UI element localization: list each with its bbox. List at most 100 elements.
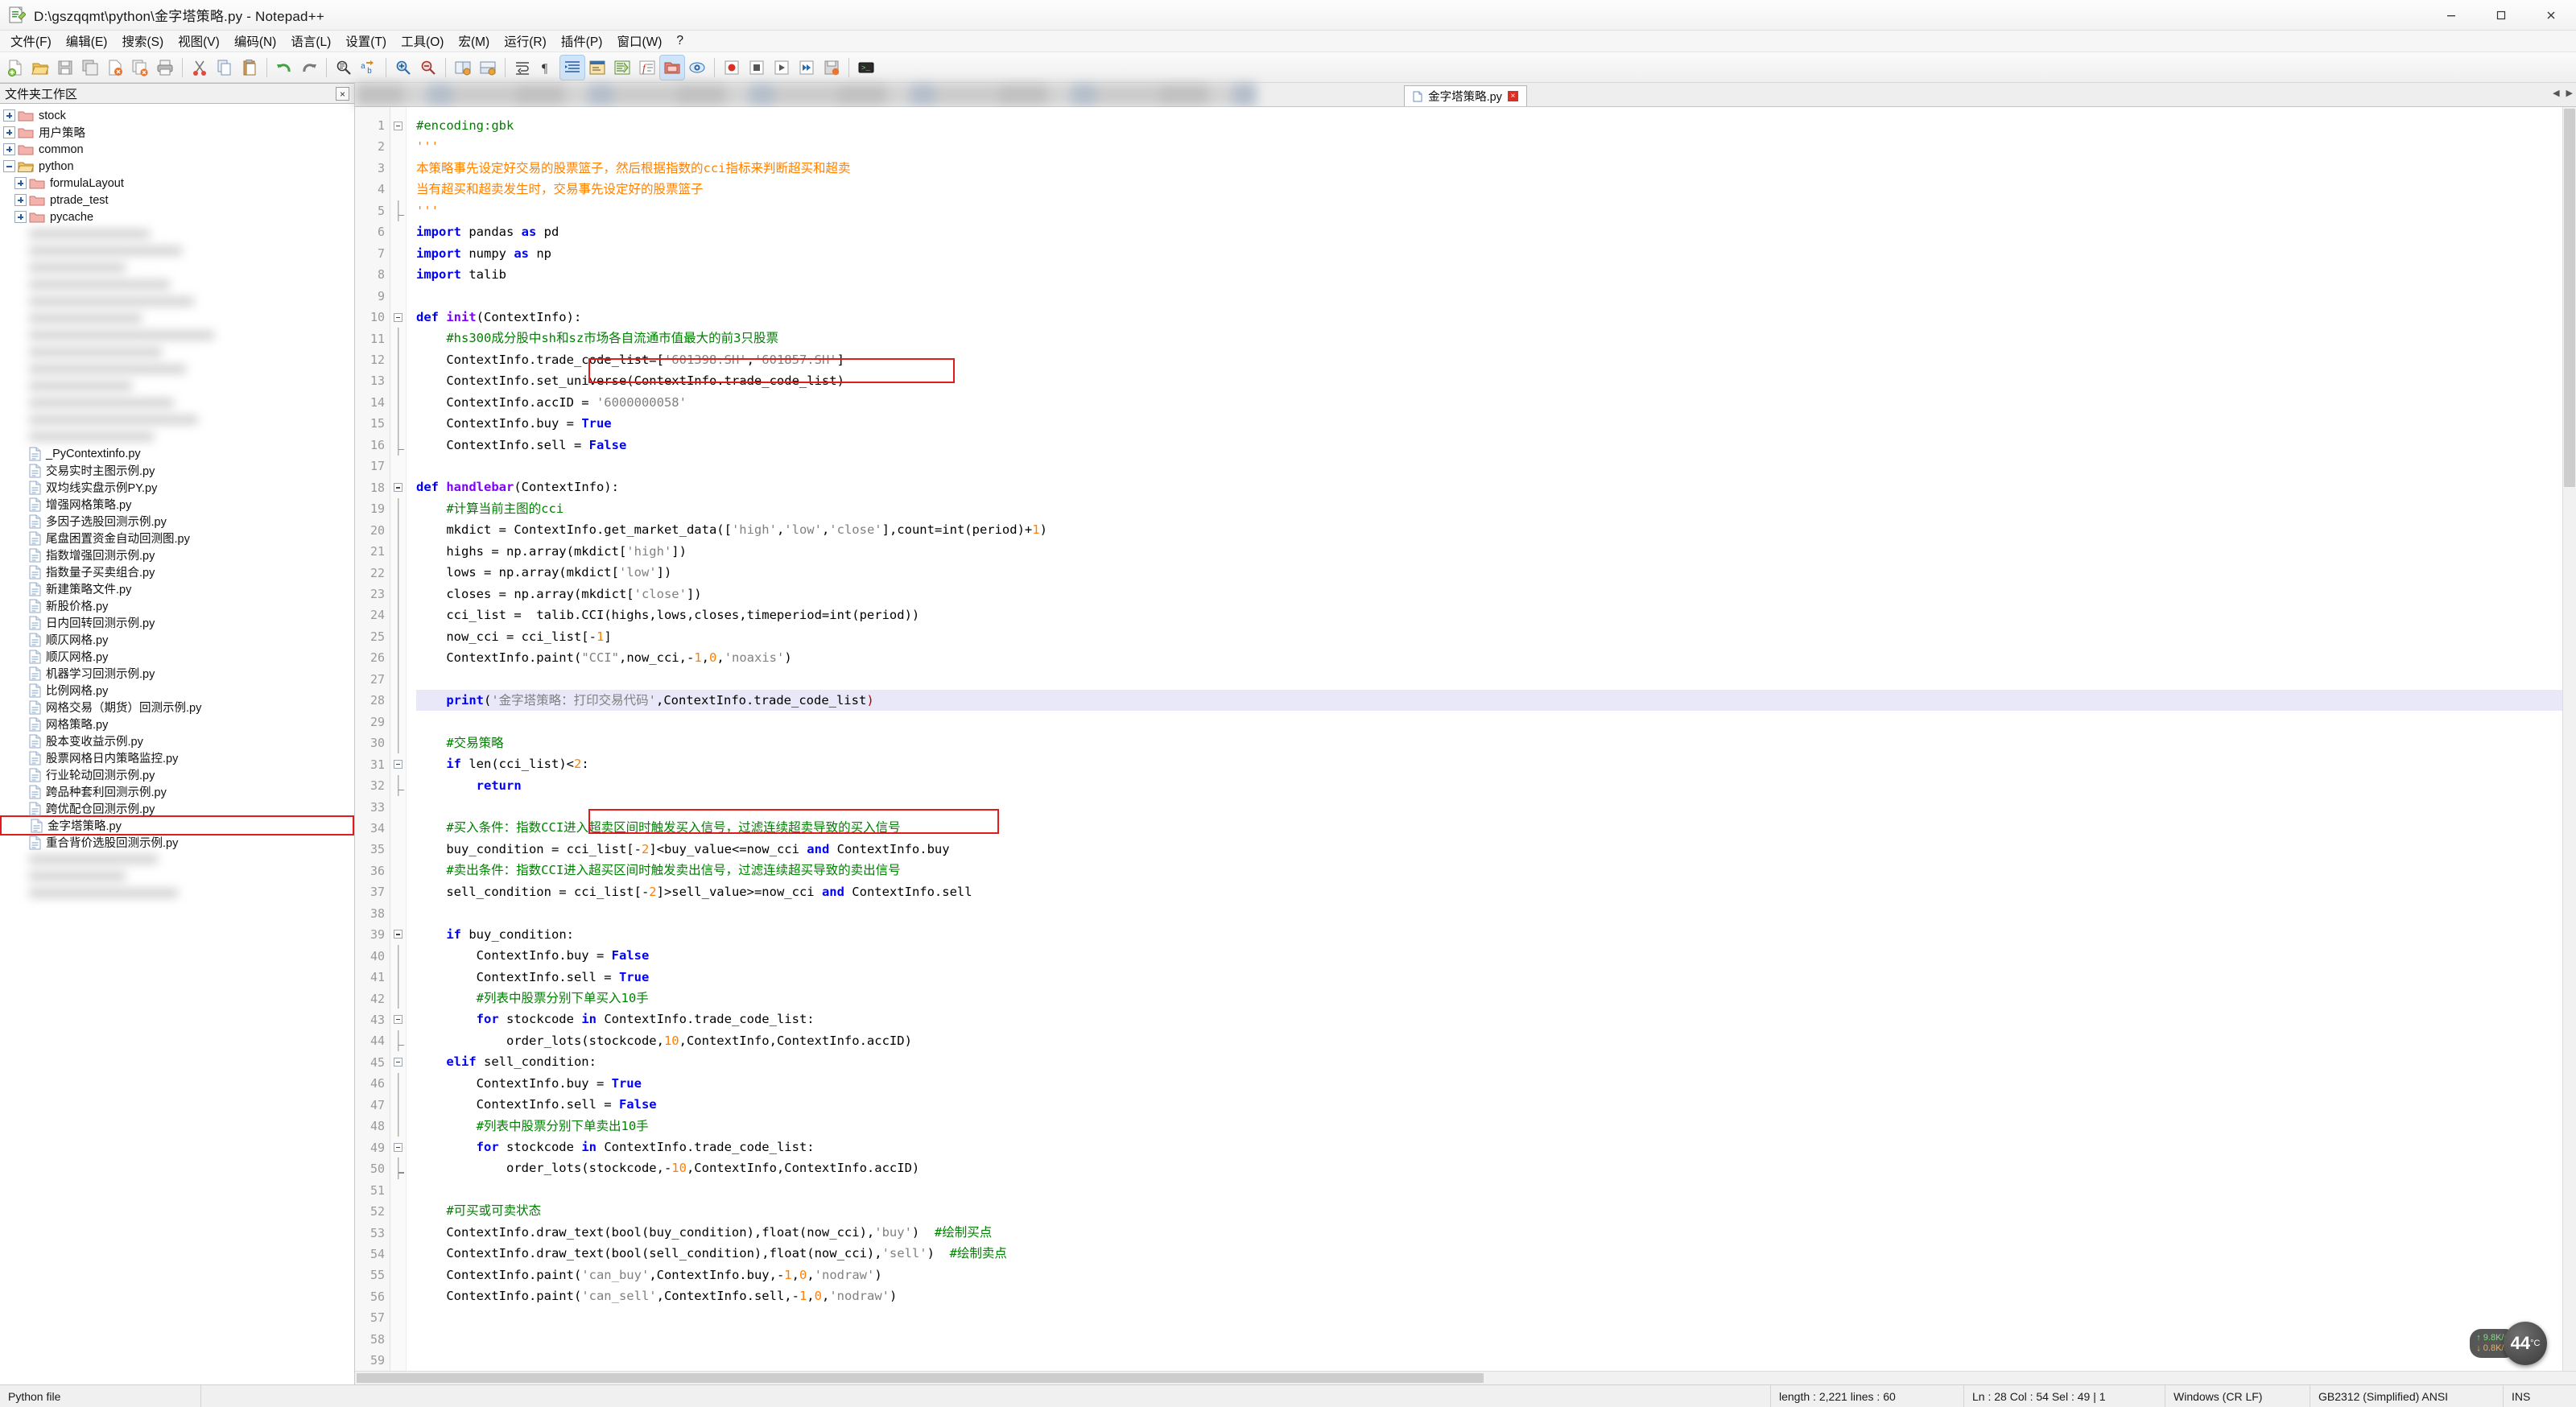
code-line[interactable]: elif sell_condition: (416, 1051, 2576, 1072)
code-line[interactable]: ContextInfo.buy = True (416, 413, 2576, 434)
fold-toggle-icon[interactable] (394, 1058, 402, 1067)
code-line[interactable]: for stockcode in ContextInfo.trade_code_… (416, 1009, 2576, 1029)
code-line[interactable]: def handlebar(ContextInfo): (416, 477, 2576, 497)
code-line[interactable]: ContextInfo.paint('can_buy',ContextInfo.… (416, 1265, 2576, 1285)
menu-file[interactable]: 文件(F) (3, 30, 59, 52)
close-file-icon[interactable] (103, 56, 127, 80)
replace-icon[interactable]: ab (357, 56, 381, 80)
code-line[interactable]: #交易策略 (416, 732, 2576, 753)
expand-toggle-icon[interactable] (14, 177, 27, 189)
zoom-in-icon[interactable] (391, 56, 415, 80)
code-line[interactable]: #hs300成分股中sh和sz市场各自流通市值最大的前3只股票 (416, 328, 2576, 349)
code-line[interactable]: ContextInfo.trade_code_list=['601398.SH'… (416, 349, 2576, 370)
print-icon[interactable] (153, 56, 177, 80)
code-line[interactable]: order_lots(stockcode,10,ContextInfo,Cont… (416, 1030, 2576, 1051)
undo-icon[interactable] (272, 56, 296, 80)
fold-marker[interactable] (390, 753, 406, 774)
tree-folder-formulalayout[interactable]: formulaLayout (0, 175, 354, 192)
tree-file[interactable]: 交易实时主图示例.py (0, 462, 354, 479)
fold-marker[interactable] (390, 477, 406, 497)
code-line[interactable] (416, 668, 2576, 689)
code-line[interactable]: highs = np.array(mkdict['high']) (416, 541, 2576, 562)
fold-marker[interactable] (390, 1009, 406, 1029)
code-line[interactable]: if buy_condition: (416, 924, 2576, 945)
tree-file[interactable]: 双均线实盘示例PY.py (0, 479, 354, 496)
menu-settings[interactable]: 设置(T) (338, 30, 394, 52)
fold-toggle-icon[interactable] (394, 122, 402, 130)
tree-file[interactable]: 机器学习回测示例.py (0, 665, 354, 682)
fold-marker[interactable] (390, 307, 406, 328)
code-line[interactable]: 当有超买和超卖发生时，交易事先设定好的股票篮子 (416, 179, 2576, 200)
vertical-scrollbar[interactable] (2562, 107, 2576, 1371)
save-macro-icon[interactable] (819, 56, 844, 80)
tree-file[interactable]: 股本变收益示例.py (0, 732, 354, 749)
stop-macro-icon[interactable] (745, 56, 769, 80)
tree-folder-ptrade-test[interactable]: ptrade_test (0, 192, 354, 208)
tree-file[interactable]: 网格交易（期货）回测示例.py (0, 699, 354, 716)
tree-file[interactable]: 网格策略.py (0, 716, 354, 732)
zoom-out-icon[interactable] (416, 56, 440, 80)
tree-file[interactable]: _PyContextinfo.py (0, 445, 354, 462)
tree-folder-common[interactable]: common (0, 141, 354, 158)
fold-marker[interactable] (390, 1051, 406, 1072)
tree-file[interactable]: 重合背价选股回测示例.py (0, 834, 354, 851)
code-line[interactable]: ContextInfo.sell = True (416, 967, 2576, 988)
play-macro-icon[interactable] (770, 56, 794, 80)
code-line[interactable]: ContextInfo.draw_text(bool(buy_condition… (416, 1222, 2576, 1243)
fold-toggle-icon[interactable] (394, 1143, 402, 1152)
expand-toggle-icon[interactable] (14, 211, 27, 223)
code-line[interactable]: #列表中股票分别下单买入10手 (416, 988, 2576, 1009)
code-line[interactable]: ''' (416, 136, 2576, 157)
code-line[interactable] (416, 1307, 2576, 1328)
tree-folder-python[interactable]: python (0, 158, 354, 175)
word-wrap-icon[interactable] (510, 56, 535, 80)
horizontal-scrollbar[interactable] (355, 1371, 2576, 1384)
tree-folder-pycache[interactable]: pycache (0, 208, 354, 225)
code-editor[interactable]: 1234567891011121314151617181920212223242… (355, 107, 2576, 1371)
code-line[interactable]: #卖出条件：指数CCI进入超买区间时触发卖出信号，过滤连续超买导致的卖出信号 (416, 860, 2576, 881)
tab-close-icon[interactable]: × (1508, 91, 1518, 101)
open-file-icon[interactable] (28, 56, 52, 80)
redo-icon[interactable] (297, 56, 321, 80)
menu-language[interactable]: 语言(L) (283, 30, 338, 52)
code-line[interactable]: 本策略事先设定好交易的股票篮子，然后根据指数的cci指标来判断超买和超卖 (416, 158, 2576, 179)
expand-toggle-icon[interactable] (3, 126, 15, 138)
menu-view[interactable]: 视图(V) (171, 30, 227, 52)
run-icon[interactable]: >_ (854, 56, 878, 80)
temperature-badge[interactable]: 44°C (2504, 1322, 2547, 1365)
record-macro-icon[interactable] (720, 56, 744, 80)
code-line[interactable] (416, 1328, 2576, 1349)
fold-marker[interactable] (390, 1137, 406, 1157)
python-file-list[interactable]: _PyContextinfo.py交易实时主图示例.py双均线实盘示例PY.py… (0, 445, 354, 851)
tree-file[interactable]: 跨品种套利回测示例.py (0, 783, 354, 800)
fold-toggle-icon[interactable] (394, 483, 402, 492)
code-line[interactable]: ContextInfo.sell = False (416, 1094, 2576, 1115)
fold-toggle-icon[interactable] (394, 313, 402, 322)
code-line[interactable] (416, 1349, 2576, 1370)
code-line[interactable] (416, 711, 2576, 732)
tree-file[interactable]: 比例网格.py (0, 682, 354, 699)
expand-toggle-icon[interactable] (3, 143, 15, 155)
code-line[interactable]: #列表中股票分别下单卖出10手 (416, 1116, 2576, 1137)
tree-file[interactable]: 行业轮动回测示例.py (0, 766, 354, 783)
tree-file[interactable]: 新建策略文件.py (0, 580, 354, 597)
tree-file[interactable]: 顺仄网格.py (0, 648, 354, 665)
code-line[interactable]: for stockcode in ContextInfo.trade_code_… (416, 1137, 2576, 1157)
code-line[interactable]: ContextInfo.accID = '6000000058' (416, 392, 2576, 413)
save-all-icon[interactable] (78, 56, 102, 80)
code-line[interactable] (416, 286, 2576, 307)
tree-file[interactable]: 指数量子买卖组合.py (0, 563, 354, 580)
code-line[interactable]: sell_condition = cci_list[-2]>sell_value… (416, 881, 2576, 902)
tab-jinzita-celue[interactable]: 金字塔策略.py × (1404, 85, 1527, 106)
doc-map-icon[interactable] (610, 56, 634, 80)
collapse-toggle-icon[interactable] (3, 160, 15, 172)
tree-file[interactable]: 尾盘困置资金自动回测图.py (0, 530, 354, 547)
menu-help[interactable]: ? (669, 31, 691, 51)
close-button[interactable] (2526, 0, 2576, 31)
code-line[interactable]: import numpy as np (416, 243, 2576, 264)
indent-guide-icon[interactable] (560, 56, 584, 80)
show-all-chars-icon[interactable]: ¶ (535, 56, 559, 80)
code-line[interactable]: order_lots(stockcode,-10,ContextInfo,Con… (416, 1157, 2576, 1178)
code-line[interactable] (416, 1179, 2576, 1200)
fold-marker[interactable] (390, 924, 406, 945)
